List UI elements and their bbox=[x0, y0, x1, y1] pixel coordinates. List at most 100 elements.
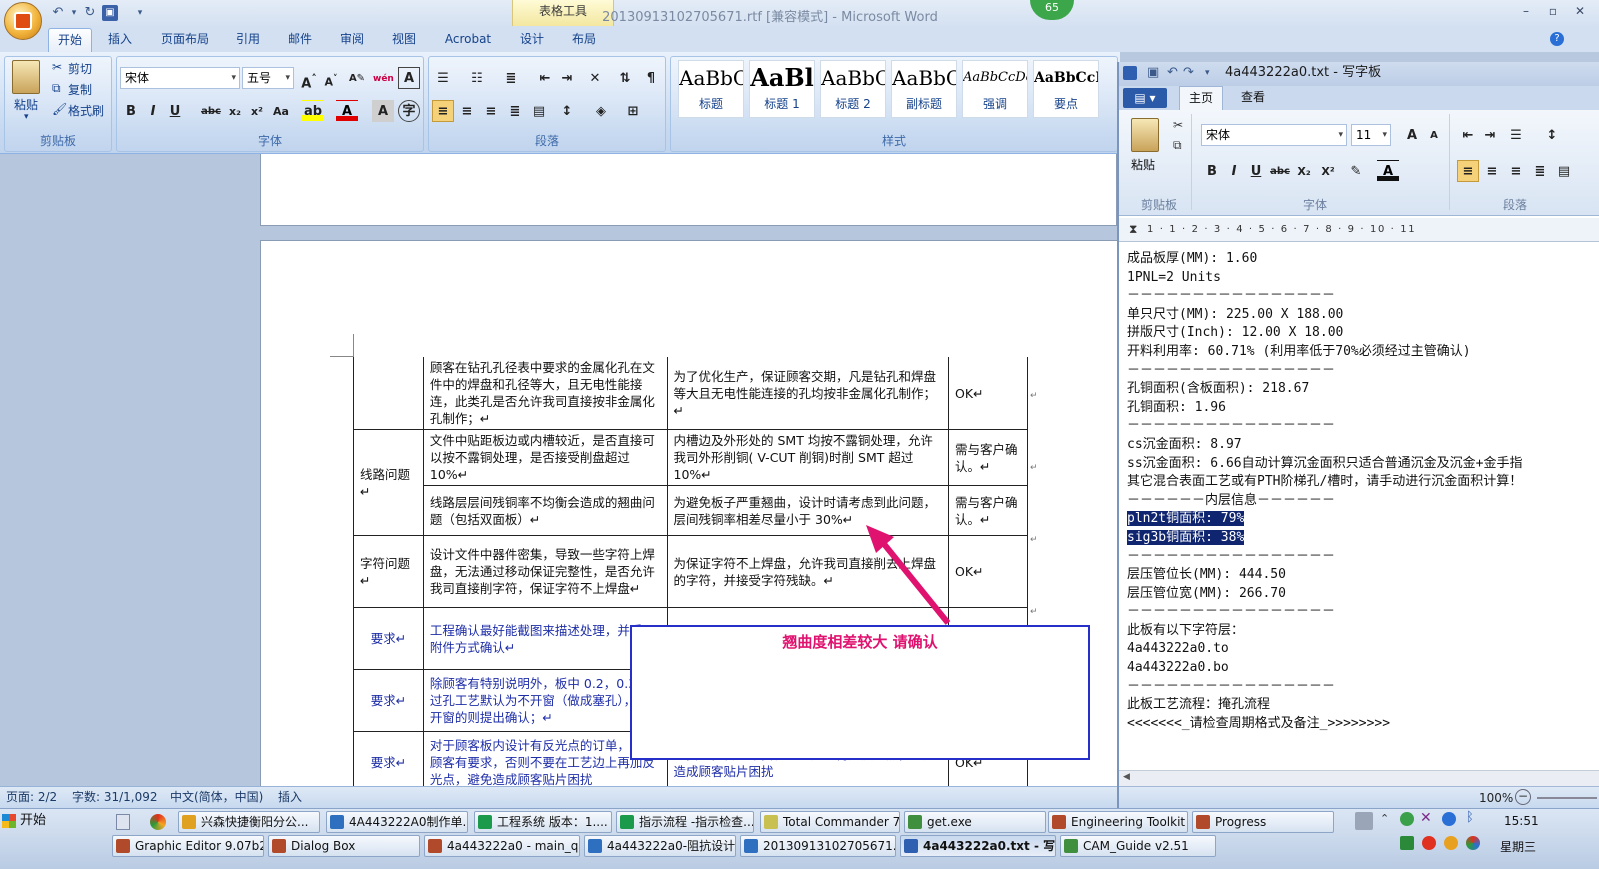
taskbar-item[interactable]: Dialog Box bbox=[268, 835, 420, 857]
page-count[interactable]: 页面: 2/2 bbox=[6, 787, 57, 807]
wordpad-text-line[interactable]: 4a443222a0.to bbox=[1127, 640, 1597, 659]
taskbar-item[interactable]: Engineering Toolkit 9.... bbox=[1048, 811, 1188, 833]
line-spacing-icon[interactable]: ↕ bbox=[1541, 124, 1563, 146]
format-painter-button[interactable]: 格式刷 bbox=[68, 102, 104, 119]
paste-dropdown-icon[interactable]: ▾ bbox=[24, 112, 29, 122]
multilevel-list-icon[interactable]: ≣ bbox=[500, 67, 522, 89]
style-emphasis[interactable]: AaBbCcDc 强调 bbox=[962, 60, 1028, 118]
wordpad-text-line[interactable]: sig3b铜面积: 38% bbox=[1127, 529, 1597, 548]
style-heading2[interactable]: AaBbC(标题 2 bbox=[820, 60, 886, 118]
paragraph-icon[interactable]: ▤ bbox=[1553, 160, 1575, 182]
wordpad-text-line[interactable]: 孔铜面积(含板面积): 218.67 bbox=[1127, 380, 1597, 399]
wordpad-text-line[interactable]: －－－－－－－－－－－－－－－－ bbox=[1127, 362, 1597, 381]
enclose-char-icon[interactable]: 字 bbox=[398, 100, 420, 122]
tray-x-icon[interactable]: ✕ bbox=[1420, 810, 1432, 826]
undo-icon[interactable]: ↶ bbox=[50, 5, 66, 21]
taskbar-item[interactable]: 20130913102705671.rtf... bbox=[740, 835, 896, 857]
decrease-indent-icon[interactable]: ⇤ bbox=[1457, 124, 1479, 146]
table-cell-answer[interactable]: 为了优化生产，保证顾客交期，凡是钻孔和焊盘等大且无电性能连接的孔均按非金属化孔制… bbox=[666, 357, 950, 430]
wordpad-text-line[interactable]: <<<<<<<_请检查周期格式及备注_>>>>>>>> bbox=[1127, 715, 1597, 734]
insert-mode[interactable]: 插入 bbox=[278, 787, 302, 807]
align-left-icon[interactable]: ≡ bbox=[1457, 160, 1479, 182]
save-icon[interactable]: ▣ bbox=[102, 5, 118, 21]
zoom-out-icon[interactable]: − bbox=[1515, 789, 1531, 805]
wordpad-font-combo[interactable]: 宋体 ▾ bbox=[1201, 124, 1347, 146]
bullets-icon[interactable]: ☰ bbox=[432, 67, 454, 89]
clock-day[interactable]: 星期三 bbox=[1500, 838, 1536, 855]
wordpad-text-line[interactable]: pln2t铜面积: 79% bbox=[1127, 510, 1597, 529]
wordpad-ruler[interactable]: ⧗ 1 · 1 · 2 · 3 · 4 · 5 · 6 · 7 · 8 · 9 … bbox=[1119, 218, 1599, 242]
numbering-icon[interactable]: ☷ bbox=[466, 67, 488, 89]
taskbar-item[interactable]: get.exe bbox=[904, 811, 1046, 833]
tab-references[interactable]: 引用 bbox=[228, 28, 268, 52]
wordpad-tab-home[interactable]: 主页 bbox=[1179, 86, 1223, 110]
wordpad-text-line[interactable]: 层压管位宽(MM): 266.70 bbox=[1127, 585, 1597, 604]
wordpad-menu-button[interactable]: ▤ ▾ bbox=[1123, 88, 1167, 108]
language-status[interactable]: 中文(简体，中国) bbox=[170, 787, 263, 807]
table-cell-result[interactable]: 需与客户确认。↵ bbox=[948, 429, 1028, 486]
wordpad-text-line[interactable]: 成品板厚(MM): 1.60 bbox=[1127, 250, 1597, 269]
taskbar-item[interactable]: 4a443222a0 - main_qa bbox=[424, 835, 580, 857]
wordpad-text-line[interactable]: cs沉金面积: 8.97 bbox=[1127, 436, 1597, 455]
style-subtitle[interactable]: AaBbC(副标题 bbox=[891, 60, 957, 118]
help-icon[interactable]: ? bbox=[1550, 32, 1564, 46]
font-name-combo[interactable]: 宋体 ▾ bbox=[120, 67, 240, 89]
taskbar-item[interactable]: 指示流程 -指示检查... bbox=[616, 811, 754, 833]
taskbar-item[interactable]: 兴森快捷衡阳分公... bbox=[178, 811, 320, 833]
clock-time[interactable]: 15:51 bbox=[1504, 814, 1539, 828]
tab-insert[interactable]: 插入 bbox=[100, 28, 140, 52]
strikethrough-icon[interactable]: abc bbox=[200, 100, 222, 122]
grow-font-icon[interactable]: A bbox=[1401, 124, 1423, 146]
align-left-icon[interactable]: ≡ bbox=[432, 100, 454, 122]
wordpad-text-line[interactable]: 单只尺寸(MM): 225.00 X 188.00 bbox=[1127, 306, 1597, 325]
taskbar-item[interactable]: CAM_Guide v2.51 bbox=[1060, 835, 1216, 857]
tab-mailings[interactable]: 邮件 bbox=[280, 28, 320, 52]
font-color-icon[interactable]: A bbox=[336, 100, 358, 122]
close-icon[interactable]: ✕ bbox=[1572, 4, 1588, 18]
text-color-icon[interactable]: A bbox=[1377, 160, 1399, 182]
table-cell-result[interactable]: 需与客户确认。↵ bbox=[948, 485, 1028, 536]
paste-button[interactable]: 粘贴 bbox=[14, 96, 38, 113]
taskbar-item-active[interactable]: 4a443222a0.txt - 写... bbox=[900, 835, 1056, 857]
decrease-indent-icon[interactable]: ⇤ bbox=[534, 67, 556, 89]
taskbar-item[interactable]: Graphic Editor 9.07b2 (0... bbox=[112, 835, 264, 857]
tray-red-icon[interactable] bbox=[1422, 836, 1436, 850]
word-count[interactable]: 字数: 31/1,092 bbox=[72, 787, 158, 807]
sort-icon[interactable]: ⇅ bbox=[614, 67, 636, 89]
wordpad-text-area[interactable]: 成品板厚(MM): 1.60 1PNL=2 Units －－－－－－－－－－－－－－… bbox=[1127, 250, 1597, 770]
wordpad-text-line[interactable]: －－－－－－内层信息－－－－－－ bbox=[1127, 492, 1597, 511]
table-cell-question[interactable]: 文件中贴距板边或内槽较近，是否直接可以按不露铜处理，是否接受削盘超过10%↵ bbox=[422, 429, 668, 486]
justify-icon[interactable]: ≣ bbox=[504, 100, 526, 122]
undo-icon[interactable]: ↶ bbox=[1167, 62, 1178, 84]
show-marks-icon[interactable]: ¶ bbox=[640, 67, 662, 89]
wordpad-text-line[interactable]: 1PNL=2 Units bbox=[1127, 269, 1597, 288]
undo-dropdown-icon[interactable]: ▾ bbox=[66, 5, 82, 21]
clear-format-icon[interactable]: A✎ bbox=[346, 67, 368, 89]
security-icon[interactable] bbox=[1400, 836, 1414, 850]
highlight-icon[interactable]: ab bbox=[302, 100, 324, 122]
align-right-icon[interactable]: ≡ bbox=[480, 100, 502, 122]
zoom-slider[interactable] bbox=[1537, 797, 1597, 799]
bluetooth-icon[interactable]: ᛒ bbox=[1466, 810, 1474, 825]
underline-icon[interactable]: U bbox=[1245, 160, 1267, 182]
underline-icon[interactable]: U bbox=[164, 100, 186, 122]
qat-customize-icon[interactable]: ▾ bbox=[1205, 62, 1210, 84]
format-painter-icon[interactable]: 🖌 bbox=[52, 102, 67, 116]
indent-marker-icon[interactable]: ⧗ bbox=[1129, 222, 1137, 237]
char-border-icon[interactable]: A bbox=[398, 67, 420, 89]
wordpad-tab-view[interactable]: 查看 bbox=[1231, 86, 1275, 110]
annotation-callout[interactable]: 翘曲度相差较大 请确认 bbox=[630, 625, 1090, 760]
paste-icon[interactable] bbox=[12, 60, 40, 94]
taskbar-item[interactable]: 4a443222a0-阻抗设计(... bbox=[584, 835, 736, 857]
wordpad-text-line[interactable]: －－－－－－－－－－－－－－－－ bbox=[1127, 548, 1597, 567]
tab-view[interactable]: 视图 bbox=[384, 28, 424, 52]
wordpad-text-line[interactable]: ss沉金面积: 6.66自动计算沉金面积只适合普通沉金及沉金+金手指 bbox=[1127, 455, 1597, 474]
chinese-layout-icon[interactable]: ✕ bbox=[584, 67, 606, 89]
shading-icon[interactable]: ◈ bbox=[590, 100, 612, 122]
tab-acrobat[interactable]: Acrobat bbox=[436, 28, 500, 52]
save-icon[interactable]: ▣ bbox=[1147, 62, 1159, 84]
taskbar-item[interactable]: Total Commander 7.0 ... bbox=[760, 811, 900, 833]
align-right-icon[interactable]: ≡ bbox=[1505, 160, 1527, 182]
increase-indent-icon[interactable]: ⇥ bbox=[556, 67, 578, 89]
char-shading-icon[interactable]: A bbox=[372, 100, 394, 122]
